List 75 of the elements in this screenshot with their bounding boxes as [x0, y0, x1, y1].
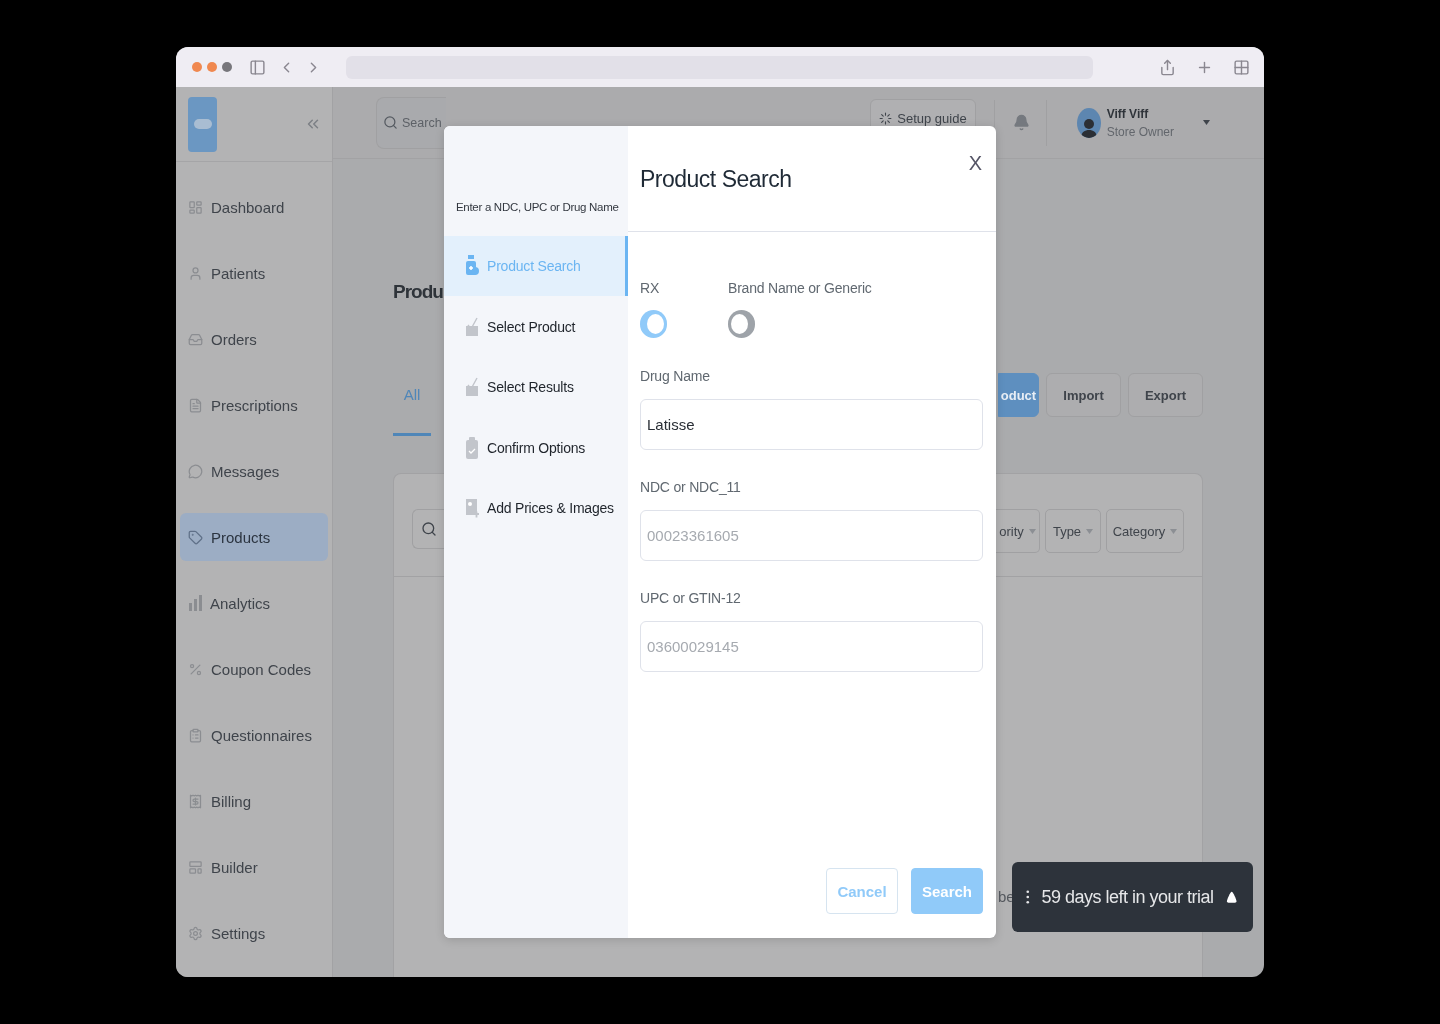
inbox-icon: [188, 331, 203, 347]
sidebar-toggle-icon[interactable]: [249, 58, 266, 76]
loader-icon: [879, 112, 893, 125]
minimize-window-button[interactable]: [207, 62, 217, 72]
caret-icon[interactable]: [1203, 120, 1210, 125]
sidebar-item[interactable]: Orders: [180, 315, 328, 363]
action-button[interactable]: Import: [1046, 373, 1121, 417]
search-field[interactable]: Search: [376, 96, 446, 149]
bar-chart-icon: [188, 594, 202, 612]
logo[interactable]: [188, 96, 217, 152]
input-field[interactable]: 00023361605: [640, 510, 983, 561]
step-item[interactable]: Select Product: [444, 296, 628, 357]
action-button[interactable]: oduct: [998, 373, 1039, 417]
sidebar-item[interactable]: Prescriptions: [180, 381, 328, 429]
user-role: Store Owner: [1106, 124, 1174, 139]
toggle-label: RX: [640, 280, 660, 296]
user-name: Viff Viff: [1106, 106, 1150, 121]
field-label: Drug Name: [640, 368, 711, 384]
triangle-icon[interactable]: [1225, 890, 1237, 904]
settings-icon: [188, 925, 203, 941]
document-icon: [188, 397, 203, 413]
trial-banner[interactable]: 59 days left in your trial: [1012, 862, 1253, 932]
search-icon: [421, 521, 437, 537]
bottle-icon: [465, 255, 479, 277]
dialog-title: Product Search: [640, 166, 793, 193]
page-title: Produ: [393, 280, 443, 304]
trial-text: 59 days left in your trial: [1041, 886, 1214, 908]
grid-icon[interactable]: [1233, 58, 1250, 76]
input-field[interactable]: 03600029145: [640, 621, 983, 672]
sidebar-item[interactable]: Builder: [180, 843, 328, 891]
avatar[interactable]: [1076, 107, 1101, 138]
caret-icon: [1086, 528, 1094, 534]
caret-icon: [1170, 528, 1178, 534]
sidebar-item[interactable]: Coupon Codes: [180, 645, 328, 693]
filter-dropdown[interactable]: Category: [1106, 509, 1184, 553]
toggle-switch[interactable]: [728, 310, 755, 338]
user-icon: [188, 265, 203, 281]
field-label: NDC or NDC_11: [640, 479, 742, 495]
clipboard-icon: [465, 436, 479, 459]
close-window-button[interactable]: [192, 62, 202, 72]
field-label: UPC or GTIN-12: [640, 590, 742, 606]
sidebar-item[interactable]: Messages: [180, 447, 328, 495]
tag-icon: [188, 529, 203, 545]
layout-icon: [188, 859, 203, 875]
sidebar-item[interactable]: Settings: [180, 909, 328, 957]
input-field[interactable]: Latisse: [640, 399, 983, 450]
sidebar-item[interactable]: Patients: [180, 249, 328, 297]
sidebar-item[interactable]: Analytics: [180, 579, 328, 627]
checkbox-icon: [465, 315, 479, 338]
receipt-icon: [188, 793, 203, 809]
dashboard-icon: [188, 199, 203, 215]
step-item[interactable]: Confirm Options: [444, 417, 628, 478]
toggle-label: Brand Name or Generic: [728, 280, 872, 296]
close-button[interactable]: X: [966, 152, 984, 175]
search-icon: [383, 114, 398, 130]
chat-icon: [188, 463, 203, 479]
percent-icon: [188, 661, 203, 677]
action-button[interactable]: Export: [1128, 373, 1203, 417]
zoom-window-button[interactable]: [222, 62, 232, 72]
dialog-subtitle: Enter a NDC, UPC or Drug Name: [455, 200, 620, 215]
sidebar-item[interactable]: Questionnaires: [180, 711, 328, 759]
share-icon[interactable]: [1159, 58, 1176, 76]
caret-icon: [1028, 528, 1036, 534]
sidebar-item[interactable]: Dashboard: [180, 183, 328, 231]
sidebar-item[interactable]: Billing: [180, 777, 328, 825]
step-item[interactable]: Select Results: [444, 357, 628, 417]
image-plus-icon: [465, 497, 479, 519]
clipboard-icon: [188, 727, 203, 743]
step-item[interactable]: Add Prices & Images: [444, 478, 628, 538]
checkbox-icon: [465, 376, 479, 398]
filter-dropdown[interactable]: Type: [1045, 509, 1101, 553]
bell-icon[interactable]: [1012, 114, 1030, 131]
sidebar-item[interactable]: Products: [180, 513, 328, 561]
more-icon[interactable]: [1026, 889, 1030, 905]
toggle-switch[interactable]: [640, 310, 667, 338]
